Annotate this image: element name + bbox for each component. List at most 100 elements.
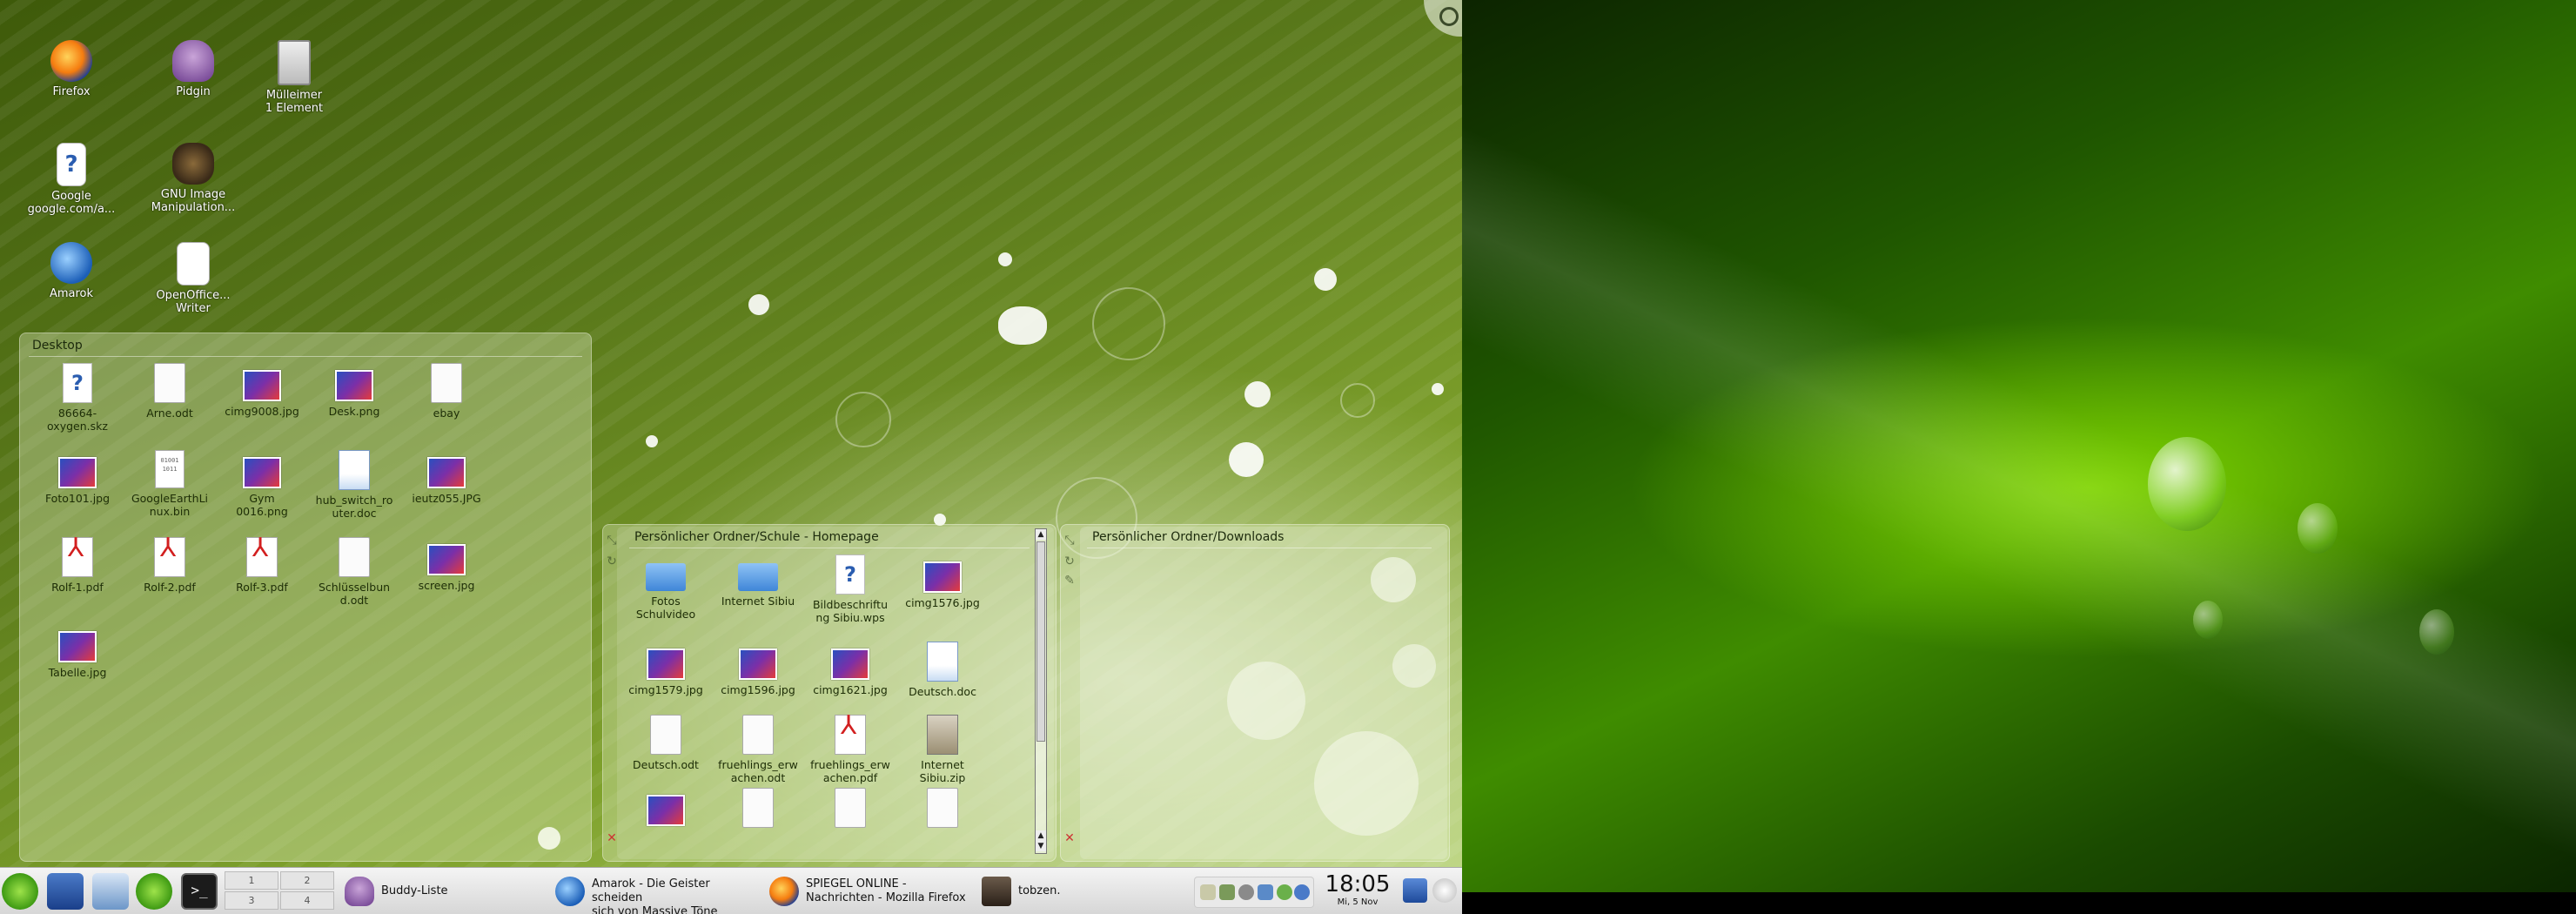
scrollbar-thumb[interactable] bbox=[1036, 541, 1045, 742]
file-item[interactable]: Desk.png bbox=[312, 363, 396, 418]
water-drop bbox=[2193, 601, 2223, 639]
water-drop bbox=[2419, 609, 2454, 655]
file-item[interactable]: Deutsch.doc bbox=[901, 642, 984, 698]
file-item[interactable]: ? 86664- oxygen.skz bbox=[36, 363, 119, 433]
update-icon[interactable] bbox=[1219, 884, 1235, 900]
vertical-scrollbar[interactable]: ▲ ▲ ▼ bbox=[1035, 528, 1047, 854]
network-icon[interactable] bbox=[1238, 884, 1254, 900]
scroll-up-icon[interactable]: ▲ bbox=[1036, 830, 1046, 841]
file-item[interactable] bbox=[901, 788, 984, 831]
right-screen-wallpaper bbox=[1462, 0, 2576, 914]
file-item[interactable]: Arne.odt bbox=[128, 363, 211, 420]
file-item[interactable] bbox=[716, 788, 800, 831]
digital-clock[interactable]: 18:05 Mi, 5 Nov bbox=[1318, 871, 1398, 908]
settings-wrench-icon[interactable]: ✎ bbox=[1063, 574, 1077, 588]
file-item[interactable]: cimg1579.jpg bbox=[624, 642, 708, 696]
wallpaper-bubble bbox=[1244, 381, 1271, 407]
left-screen-desktop: Firefox Pidgin Mülleimer 1 Element ? Goo… bbox=[0, 0, 1462, 914]
file-label: Rolf-2.pdf bbox=[144, 581, 196, 594]
amarok-icon bbox=[50, 242, 92, 284]
device-notifier-icon[interactable] bbox=[1258, 884, 1273, 900]
image-file-icon bbox=[647, 649, 685, 680]
file-item[interactable]: cimg9008.jpg bbox=[220, 363, 304, 418]
file-item[interactable]: hub_switch_ro uter.doc bbox=[312, 450, 396, 520]
file-item[interactable]: cimg1621.jpg bbox=[808, 642, 892, 696]
scroll-up-icon[interactable]: ▲ bbox=[1036, 529, 1046, 540]
file-manager-button[interactable] bbox=[92, 873, 129, 910]
file-item[interactable]: Rolf-1.pdf bbox=[36, 537, 119, 594]
wallpaper-ring bbox=[1340, 383, 1375, 418]
virtual-desktop-pager[interactable]: 1 2 3 4 bbox=[225, 871, 338, 911]
desktop-icon-firefox[interactable]: Firefox bbox=[23, 40, 119, 98]
task-tobzen[interactable]: tobzen. bbox=[978, 871, 1184, 911]
file-item[interactable] bbox=[624, 788, 708, 830]
pager-desktop[interactable]: 4 bbox=[280, 891, 334, 910]
desktop-icon-trash[interactable]: Mülleimer 1 Element bbox=[246, 40, 342, 115]
show-desktop-button[interactable] bbox=[47, 873, 84, 910]
task-amarok[interactable]: Amarok - Die Geister scheiden sich von M… bbox=[552, 871, 766, 914]
file-label: Bildbeschriftu ng Sibiu.wps bbox=[812, 598, 888, 624]
file-item[interactable]: Tabelle.jpg bbox=[36, 624, 119, 679]
pager-desktop[interactable]: 2 bbox=[280, 871, 334, 890]
folder-icon bbox=[646, 563, 686, 591]
cashew-icon bbox=[1439, 7, 1459, 26]
file-item[interactable]: ebay bbox=[405, 363, 488, 420]
desktop-icon-openoffice-writer[interactable]: OpenOffice... Writer bbox=[145, 242, 241, 315]
scroll-down-icon[interactable]: ▼ bbox=[1036, 841, 1046, 851]
file-item[interactable]: Foto101.jpg bbox=[36, 450, 119, 505]
rotate-icon[interactable]: ↻ bbox=[1063, 554, 1077, 568]
pager-desktop[interactable]: 1 bbox=[225, 871, 278, 890]
file-item[interactable]: 01001 1011 GoogleEarthLi nux.bin bbox=[128, 450, 211, 518]
file-item[interactable]: Deutsch.odt bbox=[624, 715, 708, 771]
application-launcher-button[interactable] bbox=[2, 873, 38, 910]
desktop-icon-gimp[interactable]: GNU Image Manipulation... bbox=[145, 143, 241, 214]
file-label: fruehlings_erw achen.pdf bbox=[810, 758, 890, 784]
pager-desktop[interactable]: 3 bbox=[225, 891, 278, 910]
water-drop bbox=[2148, 437, 2226, 531]
file-item[interactable]: cimg1596.jpg bbox=[716, 642, 800, 696]
file-item[interactable]: Fotos Schulvideo bbox=[624, 554, 708, 621]
file-item[interactable]: fruehlings_erw achen.pdf bbox=[808, 715, 892, 784]
file-item[interactable]: Internet Sibiu bbox=[716, 554, 800, 608]
file-item[interactable]: screen.jpg bbox=[405, 537, 488, 592]
package-updater-icon[interactable] bbox=[1277, 884, 1292, 900]
file-item[interactable]: fruehlings_erw achen.odt bbox=[716, 715, 800, 784]
panel-body bbox=[1080, 527, 1447, 859]
pdf-file-icon bbox=[154, 537, 185, 577]
file-item[interactable]: Rolf-2.pdf bbox=[128, 537, 211, 594]
show-desktop-icon[interactable] bbox=[1403, 878, 1427, 903]
wallpaper-bubble bbox=[1432, 383, 1444, 395]
file-item[interactable]: Internet Sibiu.zip bbox=[901, 715, 984, 784]
file-label: Deutsch.odt bbox=[633, 758, 699, 771]
folderview-downloads: ⤡ ↻ ✎ ✕ Persönlicher Ordner/Downloads bbox=[1060, 524, 1450, 862]
document-file-icon bbox=[154, 363, 185, 403]
file-item[interactable] bbox=[808, 788, 892, 831]
file-item[interactable]: Gym 0016.png bbox=[220, 450, 304, 518]
task-buddy-list[interactable]: Buddy-Liste bbox=[341, 871, 547, 911]
pdf-file-icon bbox=[246, 537, 278, 577]
task-firefox-spiegel[interactable]: SPIEGEL ONLINE - Nachrichten - Mozilla F… bbox=[766, 871, 978, 911]
firefox-launcher-button[interactable] bbox=[136, 873, 172, 910]
file-item[interactable]: ? Bildbeschriftu ng Sibiu.wps bbox=[808, 554, 892, 624]
image-file-icon bbox=[58, 457, 97, 488]
file-label: cimg1621.jpg bbox=[813, 683, 888, 696]
desktop-icon-google[interactable]: ? Google google.com/a... bbox=[23, 143, 119, 216]
file-item[interactable]: cimg1576.jpg bbox=[901, 554, 984, 609]
folderview-homepage: ⤡ ↻ ✕ Persönlicher Ordner/Schule - Homep… bbox=[602, 524, 1057, 862]
plasma-toolbox-button[interactable] bbox=[1424, 0, 1462, 37]
resize-icon[interactable]: ⤡ bbox=[1063, 534, 1077, 548]
image-file-icon bbox=[243, 457, 281, 488]
close-icon[interactable]: ✕ bbox=[1063, 831, 1077, 845]
file-item[interactable]: Schlüsselbun d.odt bbox=[312, 537, 396, 607]
file-item[interactable]: Rolf-3.pdf bbox=[220, 537, 304, 594]
image-file-icon bbox=[923, 561, 962, 593]
panel-toolbox-icon[interactable] bbox=[1432, 878, 1457, 903]
volume-icon[interactable] bbox=[1294, 884, 1310, 900]
terminal-button[interactable]: >_ bbox=[181, 873, 218, 910]
desktop-icon-amarok[interactable]: Amarok bbox=[23, 242, 119, 300]
desktop-icon-pidgin[interactable]: Pidgin bbox=[145, 40, 241, 98]
klipper-icon[interactable] bbox=[1200, 884, 1216, 900]
file-item[interactable]: ieutz055.JPG bbox=[405, 450, 488, 505]
pdf-file-icon bbox=[62, 537, 93, 577]
wallpaper-bubble bbox=[998, 306, 1047, 345]
